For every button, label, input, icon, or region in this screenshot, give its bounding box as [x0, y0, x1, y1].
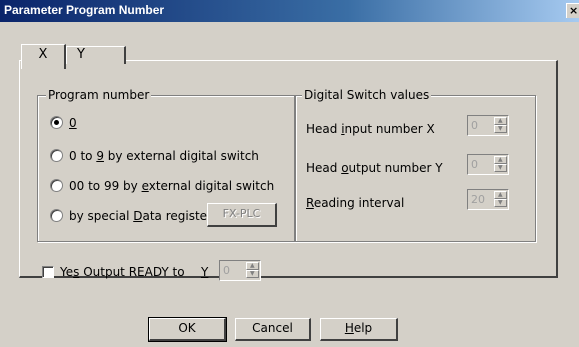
head-input-value: 0	[471, 119, 478, 132]
spin-down-icon[interactable]: ▼	[494, 164, 507, 172]
tab-x[interactable]: X	[21, 44, 66, 69]
spin-down-icon[interactable]: ▼	[246, 270, 259, 278]
radio-label-part: 00 to 99 by	[69, 179, 142, 193]
ok-button[interactable]: OK	[148, 317, 227, 342]
radio-icon	[50, 179, 63, 192]
head-output-value: 0	[471, 158, 478, 171]
help-mnemonic: H	[344, 321, 354, 335]
radio-label-part: xternal digital switch	[148, 179, 275, 193]
tab-y[interactable]: Y	[66, 46, 126, 64]
help-button[interactable]: Help	[320, 318, 398, 341]
spin-down-icon[interactable]: ▼	[494, 125, 507, 133]
output-ready-value: 0	[223, 264, 230, 277]
radio-program-00-99[interactable]: 00 to 99 by external digital switch	[50, 179, 274, 193]
label-part: Head	[306, 122, 342, 136]
program-number-group: Program number 0 0 to 9 by external digi…	[37, 88, 295, 242]
help-button-label: elp	[353, 321, 373, 335]
radio-selected-icon	[50, 116, 63, 129]
radio-program-0-9[interactable]: 0 to 9 by external digital switch	[50, 149, 259, 163]
radio-program-0[interactable]: 0	[50, 116, 77, 130]
window-title: Parameter Program Number	[4, 3, 165, 17]
label-part: eading interval	[313, 196, 405, 210]
tab-panel: Program number 0 0 to 9 by external digi…	[19, 60, 558, 281]
reading-interval-label: Reading interval	[306, 196, 404, 210]
program-number-title: Program number	[46, 88, 152, 102]
ok-button-label: OK	[178, 321, 196, 335]
label-mnemonic: R	[306, 196, 314, 210]
output-ready-checkbox[interactable]: Yes Output READY to	[42, 265, 185, 279]
head-output-spinner[interactable]: 0 ▲ ▼	[467, 154, 509, 175]
head-input-spinner[interactable]: 0 ▲ ▼	[467, 115, 509, 136]
head-input-label: Head input number X	[306, 122, 435, 136]
spin-up-icon[interactable]: ▲	[494, 191, 507, 199]
radio-label-part: by external digital switch	[103, 149, 259, 163]
digital-switch-group: Digital Switch values Head input number …	[295, 88, 536, 242]
output-ready-spinner[interactable]: 0 ▲ ▼	[219, 260, 261, 281]
title-bar: Parameter Program Number ×	[0, 0, 579, 22]
digital-switch-title: Digital Switch values	[302, 88, 432, 102]
fx-plc-button[interactable]: FX-PLC	[207, 203, 277, 227]
reading-interval-value: 20	[471, 193, 485, 206]
spin-up-icon[interactable]: ▲	[494, 117, 507, 125]
close-icon: ×	[569, 4, 579, 17]
label-part: Output READY to	[79, 265, 185, 279]
label-part: Ye	[60, 265, 74, 279]
spin-down-icon[interactable]: ▼	[494, 199, 507, 207]
label-part: Head	[306, 161, 342, 175]
fx-plc-button-label: FX-PLC	[222, 207, 261, 220]
radio-label-part: by special	[69, 209, 134, 223]
cancel-button-label: Cancel	[252, 321, 293, 335]
head-output-label: Head output number Y	[306, 161, 443, 175]
output-device-label: Y	[201, 265, 209, 279]
tab-x-label: X	[38, 47, 48, 62]
spin-up-icon[interactable]: ▲	[246, 262, 259, 270]
label-part: nput number X	[344, 122, 435, 136]
radio-program-data-register[interactable]: by special Data register	[50, 209, 212, 223]
radio-label-mnemonic: 9	[96, 149, 104, 163]
radio-label: 0	[69, 116, 77, 130]
radio-icon	[50, 149, 63, 162]
radio-label-part: ata register	[142, 209, 212, 223]
tab-y-label: Y	[77, 47, 85, 62]
checkbox-icon	[42, 266, 54, 278]
spin-up-icon[interactable]: ▲	[494, 156, 507, 164]
radio-label-mnemonic: e	[141, 179, 149, 193]
cancel-button[interactable]: Cancel	[235, 318, 311, 341]
radio-icon	[50, 209, 63, 222]
label-part: utput number Y	[348, 161, 443, 175]
close-button[interactable]: ×	[566, 3, 579, 18]
reading-interval-spinner[interactable]: 20 ▲ ▼	[467, 189, 509, 210]
dialog-window: Parameter Program Number × X Y Program n…	[0, 0, 579, 347]
label-mnemonic: o	[341, 161, 349, 175]
radio-label-part: 0 to	[69, 149, 97, 163]
